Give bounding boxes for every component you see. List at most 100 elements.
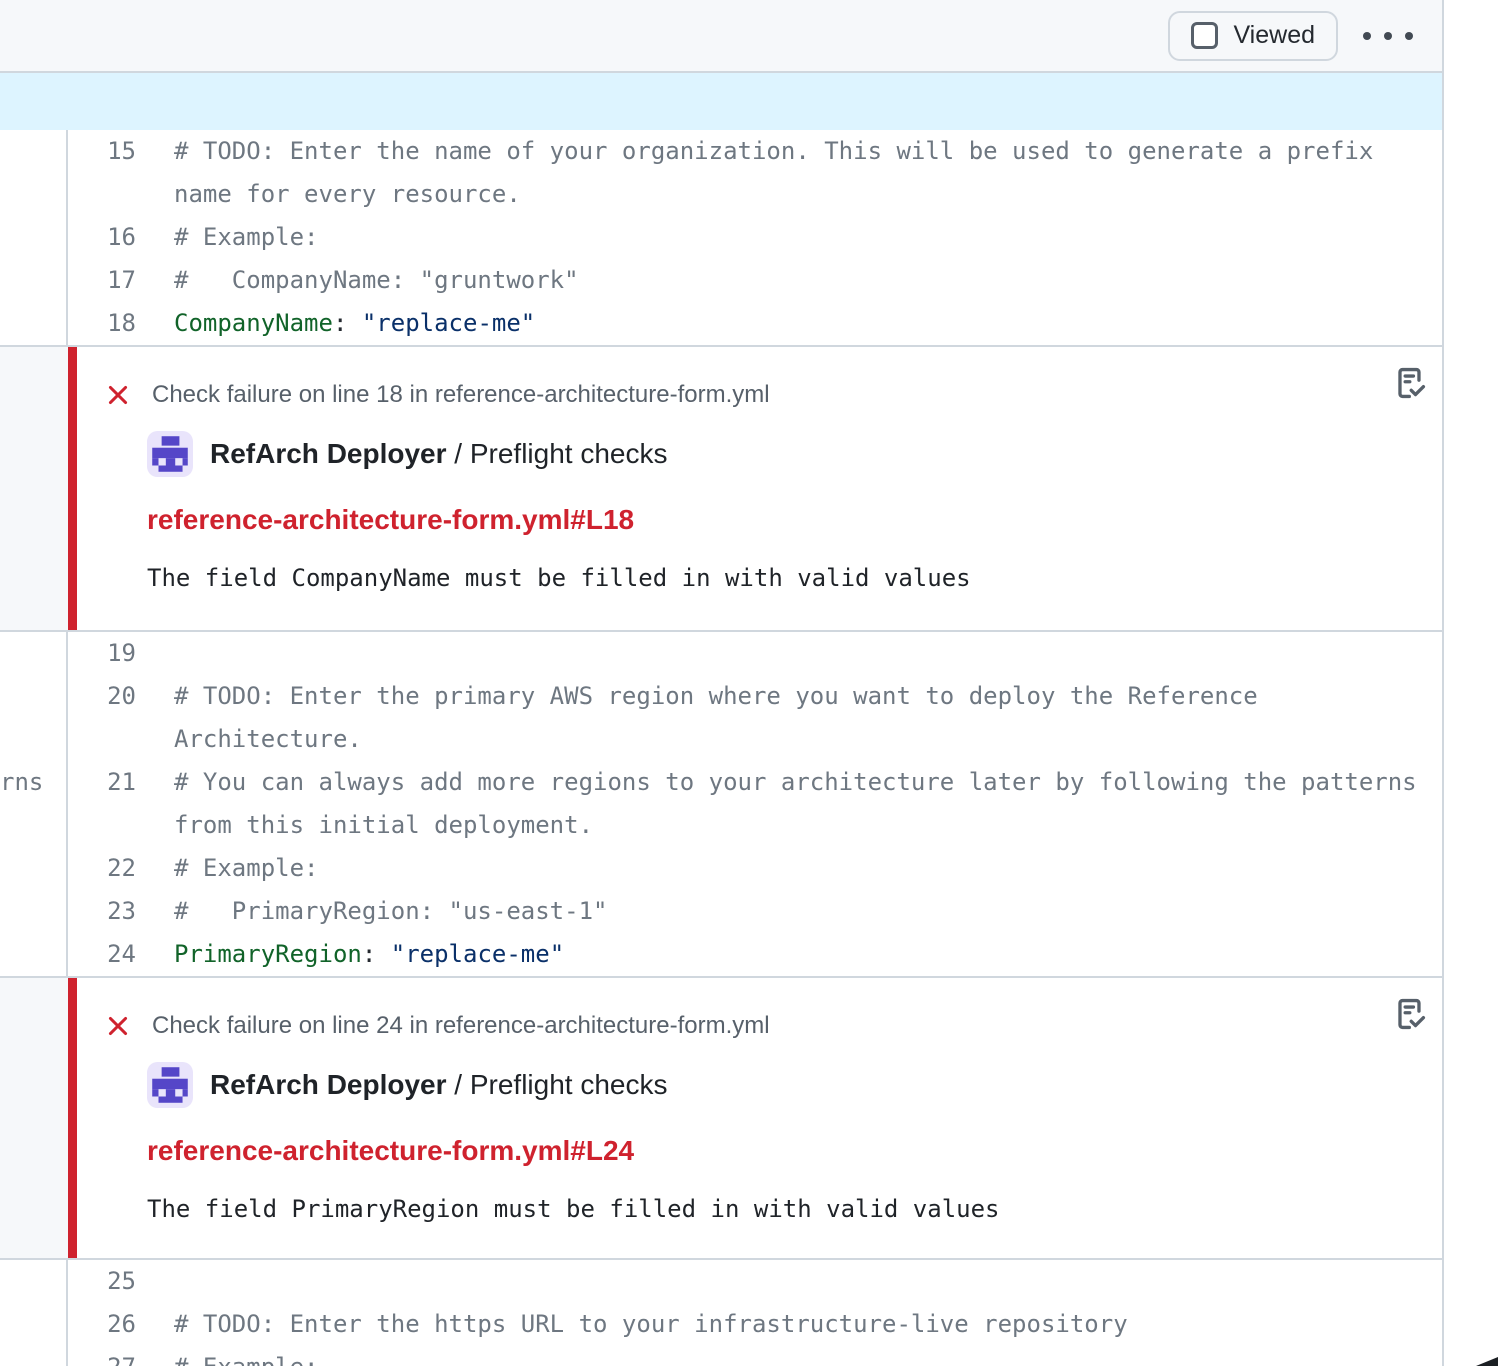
line-number[interactable]: 24: [68, 933, 136, 976]
kebab-icon: [1363, 32, 1371, 40]
code-line: 24 PrimaryRegion: "replace-me": [0, 933, 1442, 976]
x-failure-icon: [105, 1013, 131, 1039]
left-pane-cell: [0, 216, 68, 259]
yaml-separator: :: [333, 309, 362, 337]
code-text: # CompanyName: "gruntwork": [136, 259, 1442, 302]
left-pane-cell: [0, 718, 68, 761]
code-line: 19: [0, 632, 1442, 675]
check-app-avatar: [147, 1062, 193, 1108]
code-text: from this initial deployment.: [136, 804, 1442, 847]
line-number: [68, 173, 136, 216]
file-diff-card: Viewed 15 # TODO: Enter the name of your…: [0, 0, 1444, 1366]
code-line: 18 CompanyName: "replace-me": [0, 302, 1442, 345]
line-number[interactable]: 16: [68, 216, 136, 259]
code-line: 17 # CompanyName: "gruntwork": [0, 259, 1442, 302]
line-number[interactable]: 15: [68, 130, 136, 173]
line-number[interactable]: 22: [68, 847, 136, 890]
x-failure-icon: [105, 382, 131, 408]
check-suite-name: / Preflight checks: [447, 438, 668, 469]
left-pane-cell: [0, 804, 68, 847]
line-number: [68, 804, 136, 847]
code-line: 23 # PrimaryRegion: "us-east-1": [0, 890, 1442, 933]
left-pane-cell: [0, 347, 68, 630]
file-header-bar: Viewed: [0, 0, 1442, 73]
code-section: 15 # TODO: Enter the name of your organi…: [0, 130, 1442, 345]
code-section: 25 26 # TODO: Enter the https URL to you…: [0, 1260, 1442, 1366]
left-pane-cell: [0, 1303, 68, 1346]
left-pane-cell: [0, 302, 68, 345]
line-number[interactable]: 23: [68, 890, 136, 933]
check-app-avatar: [147, 431, 193, 477]
code-line-wrap: Architecture.: [0, 718, 1442, 761]
code-text: # TODO: Enter the name of your organizat…: [136, 130, 1442, 173]
viewed-checkbox-icon[interactable]: [1191, 22, 1218, 49]
line-number[interactable]: 18: [68, 302, 136, 345]
yaml-value: "replace-me": [391, 940, 564, 968]
annotation-message: The field CompanyName must be filled in …: [147, 564, 1382, 592]
left-pane-cell: [0, 1346, 68, 1366]
code-text: name for every resource.: [136, 173, 1442, 216]
code-line: 20 # TODO: Enter the primary AWS region …: [0, 675, 1442, 718]
check-annotation-box: Check failure on line 18 in reference-ar…: [68, 347, 1442, 630]
expanded-hunk-strip: [0, 73, 1442, 130]
kebab-menu-button[interactable]: [1361, 22, 1415, 50]
yaml-key: CompanyName: [174, 309, 333, 337]
code-text: PrimaryRegion: "replace-me": [136, 933, 1442, 976]
viewed-button[interactable]: Viewed: [1168, 11, 1338, 61]
code-line: rns 21 # You can always add more regions…: [0, 761, 1442, 804]
code-line: 26 # TODO: Enter the https URL to your i…: [0, 1303, 1442, 1346]
annotation-title-row: Check failure on line 18 in reference-ar…: [105, 381, 1382, 409]
code-section: 19 20 # TODO: Enter the primary AWS regi…: [0, 632, 1442, 976]
line-number[interactable]: 21: [68, 761, 136, 804]
check-suite-name: / Preflight checks: [447, 1069, 668, 1100]
check-run-row: RefArch Deployer / Preflight checks: [147, 431, 1382, 477]
left-pane-cell: [0, 259, 68, 302]
check-run-name: RefArch Deployer / Preflight checks: [210, 1069, 668, 1101]
annotation-file-link[interactable]: reference-architecture-form.yml#L24: [147, 1135, 634, 1167]
code-text: # TODO: Enter the https URL to your infr…: [136, 1303, 1442, 1346]
line-number[interactable]: 20: [68, 675, 136, 718]
check-annotation: Check failure on line 24 in reference-ar…: [0, 976, 1442, 1260]
line-number[interactable]: 27: [68, 1346, 136, 1366]
annotation-title: Check failure on line 18 in reference-ar…: [152, 381, 770, 409]
code-line: 15 # TODO: Enter the name of your organi…: [0, 130, 1442, 173]
annotation-message: The field PrimaryRegion must be filled i…: [147, 1195, 1382, 1223]
left-pane-cell: [0, 978, 68, 1258]
check-app-name: RefArch Deployer: [210, 1069, 447, 1100]
left-pane-cell: [0, 847, 68, 890]
line-number[interactable]: 26: [68, 1303, 136, 1346]
left-pane-cell: [0, 130, 68, 173]
left-pane-cell: [0, 1260, 68, 1303]
code-line: 27 # Example:: [0, 1346, 1442, 1366]
checklist-icon[interactable]: [1390, 364, 1428, 402]
code-text: CompanyName: "replace-me": [136, 302, 1442, 345]
viewed-label: Viewed: [1233, 21, 1315, 50]
code-line: 16 # Example:: [0, 216, 1442, 259]
check-annotation-box: Check failure on line 24 in reference-ar…: [68, 978, 1442, 1258]
left-pane-cell: [0, 933, 68, 976]
code-line: 22 # Example:: [0, 847, 1442, 890]
yaml-value: "replace-me": [362, 309, 535, 337]
code-text: Architecture.: [136, 718, 1442, 761]
checklist-icon[interactable]: [1390, 995, 1428, 1033]
left-pane-cell: [0, 173, 68, 216]
kebab-icon: [1405, 32, 1413, 40]
annotation-file-link[interactable]: reference-architecture-form.yml#L18: [147, 504, 634, 536]
line-number[interactable]: 25: [68, 1260, 136, 1303]
check-annotation: Check failure on line 18 in reference-ar…: [0, 345, 1442, 632]
left-pane-cell: [0, 632, 68, 675]
left-pane-cell: [0, 675, 68, 718]
line-number: [68, 718, 136, 761]
code-line-wrap: from this initial deployment.: [0, 804, 1442, 847]
check-run-row: RefArch Deployer / Preflight checks: [147, 1062, 1382, 1108]
code-text: # Example:: [136, 847, 1442, 890]
line-number[interactable]: 19: [68, 632, 136, 675]
left-pane-overflow-text: rns: [0, 761, 43, 804]
line-number[interactable]: 17: [68, 259, 136, 302]
code-text: # Example:: [136, 216, 1442, 259]
code-text: # You can always add more regions to you…: [136, 761, 1442, 804]
annotation-title: Check failure on line 24 in reference-ar…: [152, 1012, 770, 1040]
check-app-name: RefArch Deployer: [210, 438, 447, 469]
check-run-name: RefArch Deployer / Preflight checks: [210, 438, 668, 470]
code-line: 25: [0, 1260, 1442, 1303]
